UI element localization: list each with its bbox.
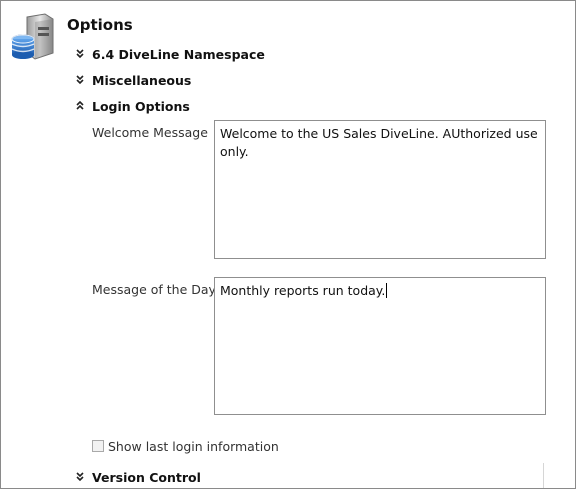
message-of-the-day-text: Monthly reports run today.: [220, 283, 386, 298]
section-label: Login Options: [92, 98, 190, 114]
chevron-down-icon: [73, 73, 87, 87]
chevron-down-icon: [73, 470, 87, 484]
welcome-message-label: Welcome Message: [92, 125, 208, 140]
page-title: Options: [67, 16, 133, 34]
show-last-login-checkbox-row[interactable]: Show last login information: [92, 438, 279, 454]
options-panel: Options 6.4 DiveLine Namespace Miscellan…: [0, 0, 576, 489]
message-of-the-day-label: Message of the Day: [92, 282, 216, 297]
section-label: 6.4 DiveLine Namespace: [92, 46, 265, 62]
database-server-icon: [9, 13, 57, 65]
message-of-the-day-textarea[interactable]: Monthly reports run today.: [214, 277, 546, 415]
section-header-miscellaneous[interactable]: Miscellaneous: [73, 71, 191, 89]
text-caret: [386, 283, 388, 298]
chevron-up-icon: [73, 99, 87, 113]
show-last-login-label: Show last login information: [108, 438, 279, 454]
section-header-version-control[interactable]: Version Control: [73, 468, 201, 486]
section-header-login-options[interactable]: Login Options: [73, 97, 190, 115]
chevron-down-icon: [73, 47, 87, 61]
welcome-message-textarea[interactable]: Welcome to the US Sales DiveLine. AUthor…: [214, 120, 546, 259]
section-label: Version Control: [92, 469, 201, 485]
section-header-diveline-namespace[interactable]: 6.4 DiveLine Namespace: [73, 45, 265, 63]
section-label: Miscellaneous: [92, 72, 192, 88]
panel-divider: [543, 463, 544, 488]
show-last-login-checkbox[interactable]: [92, 440, 104, 452]
